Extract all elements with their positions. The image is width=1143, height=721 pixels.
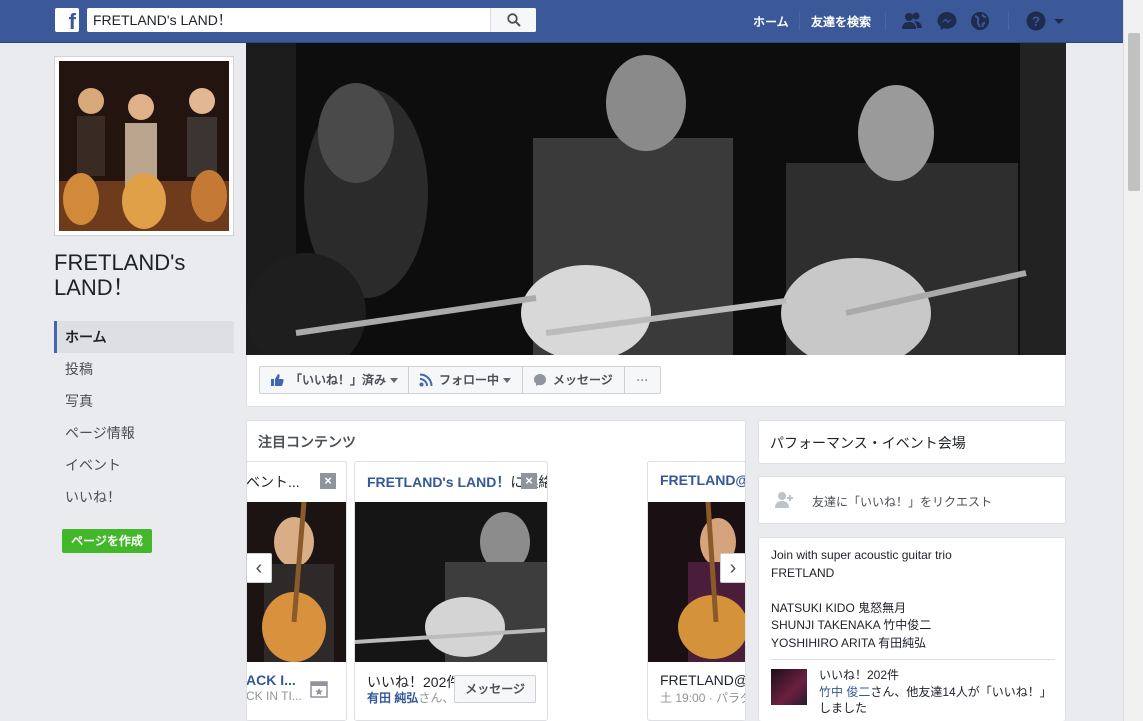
messenger-icon[interactable] xyxy=(936,11,958,31)
featured-card-event-2[interactable]: FRETLAND@ FRETLAND@ 土 19:00 · パラダ xyxy=(647,461,746,721)
nav-home-link[interactable]: ホーム xyxy=(753,13,789,30)
following-button[interactable]: フォロー中 xyxy=(408,366,523,394)
nav-separator xyxy=(885,12,886,30)
featured-content-title: 注目コンテンツ xyxy=(258,434,356,450)
liked-button-label: 「いいね！」済み xyxy=(290,373,387,387)
carousel-next-button[interactable]: › xyxy=(720,553,746,583)
venue-card: パフォーマンス・イベント会場 xyxy=(758,420,1066,464)
featured-card-event-sub: CK IN TI... xyxy=(246,689,302,703)
sidebar-navigation: ホーム 投稿 写真 ページ情報 イベント いいね！ xyxy=(54,321,234,513)
cover-photo-art xyxy=(246,43,1066,355)
featured-card-image xyxy=(355,502,547,662)
messenger-icon xyxy=(534,374,546,386)
likes-friends-line: 竹中 俊二さん、他友達14人が「いいね！」しました xyxy=(819,684,1059,717)
thumbs-up-icon xyxy=(271,374,284,386)
invite-friends-card[interactable]: 友達に「いいね！」をリクエスト xyxy=(758,476,1066,524)
sidebar-item-posts[interactable]: 投稿 xyxy=(54,353,234,385)
more-options-button[interactable]: ··· xyxy=(624,366,661,394)
globe-icon[interactable] xyxy=(969,11,991,31)
friend-avatar[interactable] xyxy=(771,669,807,705)
facebook-logo[interactable]: f xyxy=(55,8,79,32)
likes-text: いいね！202件 竹中 俊二さん、他友達14人が「いいね！」しました xyxy=(819,667,1059,717)
friends-icon[interactable] xyxy=(901,11,923,31)
likes-summary: いいね！202件 竹中 俊二さん、他友達14人が「いいね！」しました xyxy=(771,659,1055,715)
liked-button[interactable]: 「いいね！」済み xyxy=(259,366,409,394)
search-icon xyxy=(507,13,521,27)
profile-picture[interactable] xyxy=(54,56,234,236)
following-button-label: フォロー中 xyxy=(439,373,500,387)
page-name-link[interactable]: FRETLAND's LAND！ xyxy=(367,474,510,490)
venue-category-label[interactable]: パフォーマンス・イベント会場 xyxy=(770,433,966,453)
calendar-star-icon[interactable] xyxy=(310,680,328,698)
page-action-bar: 「いいね！」済み フォロー中 メッセージ ··· xyxy=(246,355,1066,407)
featured-card-event-time: 土 19:00 · パラダ xyxy=(660,691,746,705)
chevron-down-icon[interactable] xyxy=(1052,11,1066,31)
about-card: Join with super acoustic guitar trio FRE… xyxy=(758,537,1066,721)
close-icon[interactable]: × xyxy=(521,473,537,489)
nav-find-friends-link[interactable]: 友達を検索 xyxy=(811,13,871,30)
chevron-left-icon: ‹ xyxy=(255,557,263,579)
invite-friends-label[interactable]: 友達に「いいね！」をリクエスト xyxy=(812,493,992,510)
message-button[interactable]: メッセージ xyxy=(522,366,625,394)
friend-name-link[interactable]: 有田 純弘 xyxy=(367,691,418,705)
featured-card-event-name[interactable]: ACK I... xyxy=(247,672,296,688)
profile-photo xyxy=(59,61,229,231)
search-input[interactable] xyxy=(87,8,487,32)
page-scrollbar[interactable] xyxy=(1123,0,1143,721)
nav-separator xyxy=(799,12,800,30)
featured-card-event[interactable]: ベント... × ACK I... CK IN TI... xyxy=(246,461,347,721)
featured-card-event-name[interactable]: FRETLAND@ xyxy=(660,672,745,688)
carousel-prev-button[interactable]: ‹ xyxy=(246,553,272,583)
chevron-right-icon: › xyxy=(729,557,737,579)
chevron-down-icon xyxy=(390,378,399,384)
add-friend-icon xyxy=(775,492,793,508)
help-icon[interactable]: ? xyxy=(1025,11,1047,31)
nav-separator xyxy=(1008,12,1009,30)
create-page-button[interactable]: ページを作成 xyxy=(62,529,152,553)
sidebar-item-about[interactable]: ページ情報 xyxy=(54,417,234,449)
cover-photo[interactable] xyxy=(246,43,1066,355)
featured-card-image-art xyxy=(355,502,547,662)
sidebar-item-photos[interactable]: 写真 xyxy=(54,385,234,417)
page-title[interactable]: FRETLAND's LAND！ xyxy=(54,250,234,300)
featured-card-contact[interactable]: FRETLAND's LAND！に連絡 × いいね！202件 有田 純弘さん、他… xyxy=(354,461,548,721)
featured-message-button[interactable]: メッセージ xyxy=(454,675,536,703)
sidebar-item-home[interactable]: ホーム xyxy=(54,321,234,353)
search-button[interactable] xyxy=(490,8,536,32)
top-navigation-bar: f ホーム 友達を検索 ? xyxy=(0,0,1123,43)
profile-photo-art xyxy=(59,61,229,231)
rss-icon xyxy=(419,373,433,387)
featured-card-title: FRETLAND@ xyxy=(660,472,746,488)
featured-content-section: 注目コンテンツ ベント... × ACK I... CK IN TI... FR… xyxy=(246,420,746,721)
likes-count: いいね！202件 xyxy=(819,668,900,682)
svg-text:?: ? xyxy=(1032,13,1041,29)
sidebar-item-events[interactable]: イベント xyxy=(54,449,234,481)
friend-name-link[interactable]: 竹中 俊二 xyxy=(819,685,870,699)
search-box xyxy=(87,8,536,32)
scrollbar-thumb[interactable] xyxy=(1128,33,1140,191)
sidebar-item-likes[interactable]: いいね！ xyxy=(54,481,234,513)
chevron-down-icon xyxy=(503,378,512,384)
close-icon[interactable]: × xyxy=(320,473,336,489)
about-description: Join with super acoustic guitar trio FRE… xyxy=(771,548,952,650)
featured-card-title: ベント... xyxy=(246,474,300,490)
message-button-label: メッセージ xyxy=(553,373,613,387)
